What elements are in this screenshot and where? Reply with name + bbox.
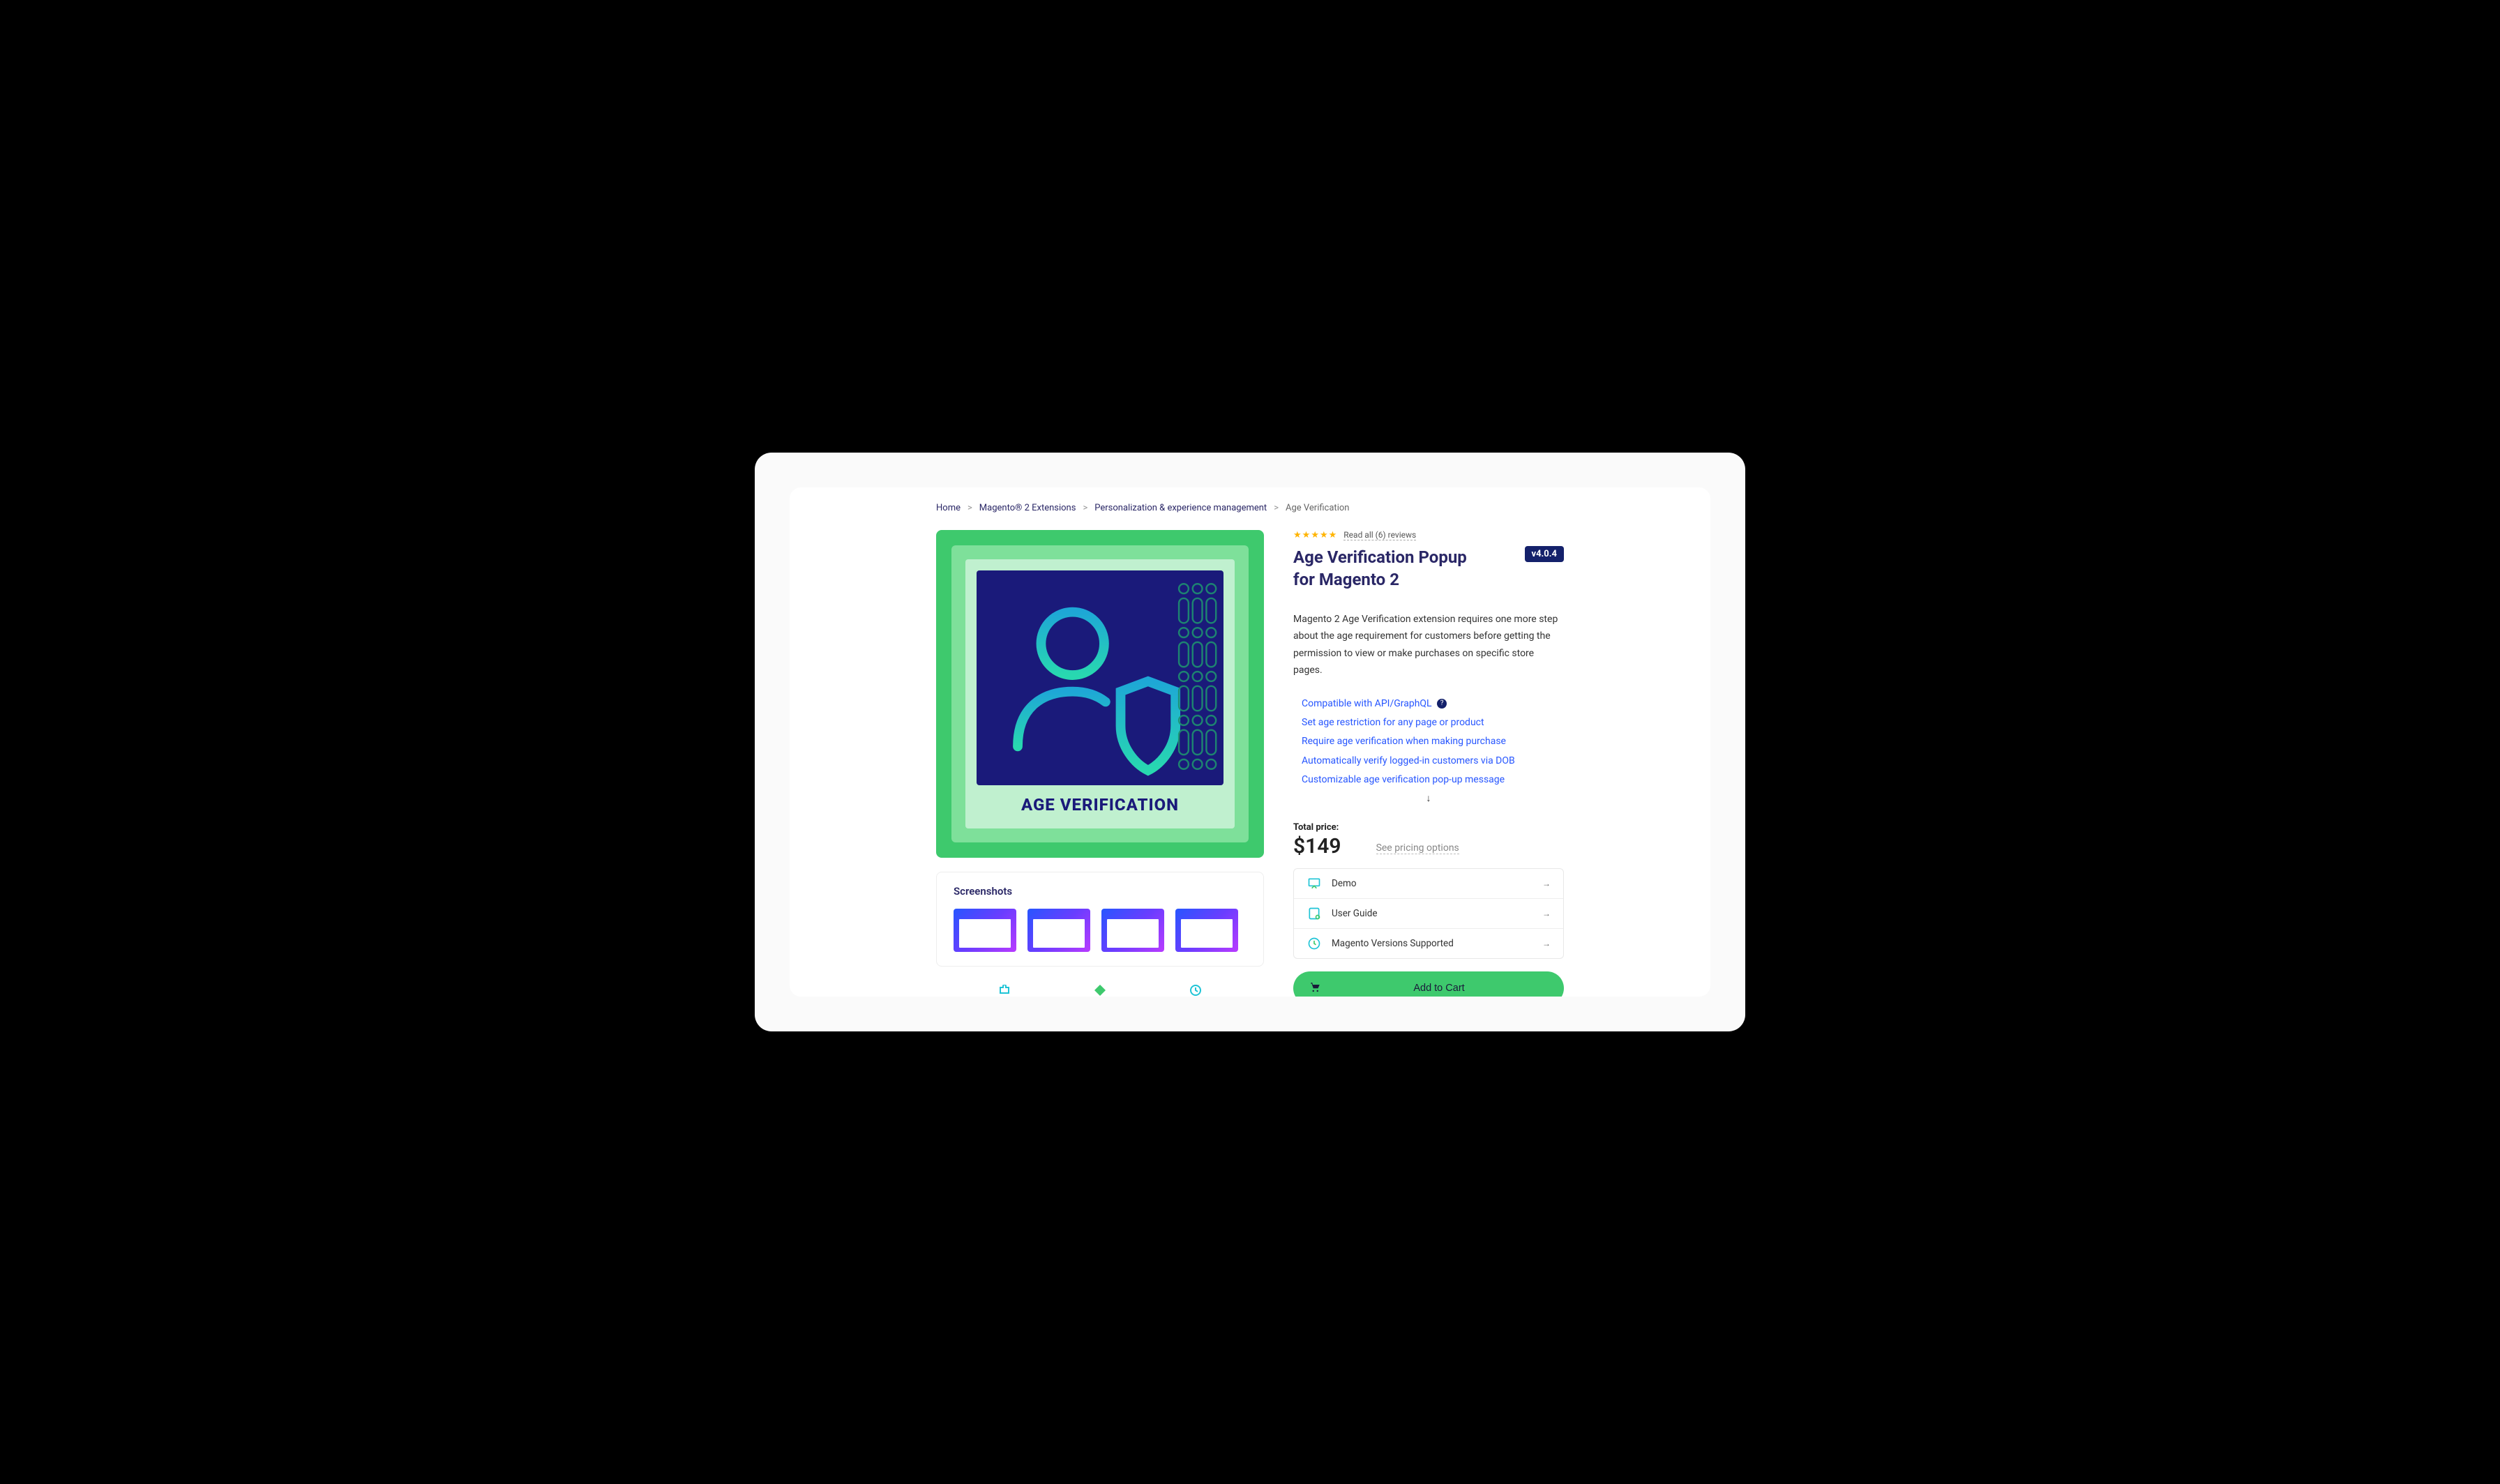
star-icon: ★ — [1302, 530, 1311, 540]
feature-item[interactable]: Customizable age verification pop-up mes… — [1302, 771, 1564, 789]
rating-stars: ★ ★ ★ ★ ★ — [1293, 530, 1336, 540]
feature-list: Compatible with API/GraphQL ? Set age re… — [1293, 695, 1564, 789]
arrow-right-icon: → — [1542, 879, 1551, 888]
info-item-label: Demo — [1332, 878, 1357, 889]
info-item-label: User Guide — [1332, 908, 1378, 919]
add-to-cart-button[interactable]: Add to Cart — [1293, 971, 1564, 997]
info-icon[interactable]: ? — [1437, 699, 1447, 709]
star-icon: ★ — [1320, 530, 1328, 540]
product-description: Magento 2 Age Verification extension req… — [1293, 611, 1564, 679]
versions-supported-link[interactable]: Magento Versions Supported → — [1294, 929, 1563, 958]
info-accordion: Demo → User Guide → Magento Versions Sup… — [1293, 868, 1564, 959]
price-value: $149 — [1293, 834, 1341, 858]
price-label: Total price: — [1293, 822, 1341, 833]
breadcrumb-current: Age Verification — [1286, 503, 1349, 513]
product-hero-image: AGE VERIFICATION — [936, 530, 1264, 858]
feature-item[interactable]: Compatible with API/GraphQL ? — [1302, 695, 1564, 713]
screenshot-thumb[interactable] — [1101, 909, 1164, 952]
pricing-options-link[interactable]: See pricing options — [1376, 842, 1459, 854]
star-icon: ★ — [1329, 530, 1337, 540]
screenshot-thumb[interactable] — [1175, 909, 1238, 952]
screenshot-thumb[interactable] — [1027, 909, 1090, 952]
hero-label: AGE VERIFICATION — [977, 785, 1223, 817]
breadcrumb-category[interactable]: Personalization & experience management — [1094, 503, 1267, 513]
feature-label: Compatible with API/GraphQL — [1302, 698, 1432, 709]
star-icon: ★ — [1311, 530, 1319, 540]
breadcrumb-home[interactable]: Home — [936, 503, 961, 513]
read-reviews-link[interactable]: Read all (6) reviews — [1343, 530, 1416, 540]
presentation-icon — [1307, 876, 1322, 891]
info-item-label: Magento Versions Supported — [1332, 938, 1454, 949]
breadcrumb-separator: > — [1083, 503, 1087, 513]
demo-link[interactable]: Demo → — [1294, 869, 1563, 899]
cart-icon — [1309, 980, 1321, 996]
breadcrumb-extensions[interactable]: Magento® 2 Extensions — [979, 503, 1076, 513]
diamond-icon — [1090, 985, 1110, 996]
product-title: Age Verification Popup for Magento 2 — [1293, 546, 1489, 591]
breadcrumb-separator: > — [1274, 503, 1279, 513]
puzzle-icon — [994, 985, 1015, 996]
feature-item[interactable]: Require age verification when making pur… — [1302, 732, 1564, 751]
arrow-right-icon: → — [1542, 939, 1551, 948]
breadcrumb: Home > Magento® 2 Extensions > Personali… — [936, 503, 1564, 513]
feature-icons-row — [936, 985, 1264, 996]
screenshots-title: Screenshots — [954, 885, 1247, 898]
star-icon: ★ — [1293, 530, 1302, 540]
expand-features-button[interactable]: ↓ — [1293, 792, 1564, 804]
user-guide-link[interactable]: User Guide → — [1294, 899, 1563, 929]
arrow-right-icon: → — [1542, 909, 1551, 918]
breadcrumb-separator: > — [967, 503, 972, 513]
add-to-cart-label: Add to Cart — [1330, 983, 1549, 994]
book-icon — [1307, 906, 1322, 921]
screenshot-thumb[interactable] — [954, 909, 1016, 952]
feature-item[interactable]: Set age restriction for any page or prod… — [1302, 713, 1564, 732]
clock-icon — [1307, 936, 1322, 951]
screenshots-panel: Screenshots — [936, 872, 1264, 967]
version-badge: v4.0.4 — [1525, 546, 1565, 562]
clock-icon — [1185, 985, 1206, 996]
feature-item[interactable]: Automatically verify logged-in customers… — [1302, 752, 1564, 771]
